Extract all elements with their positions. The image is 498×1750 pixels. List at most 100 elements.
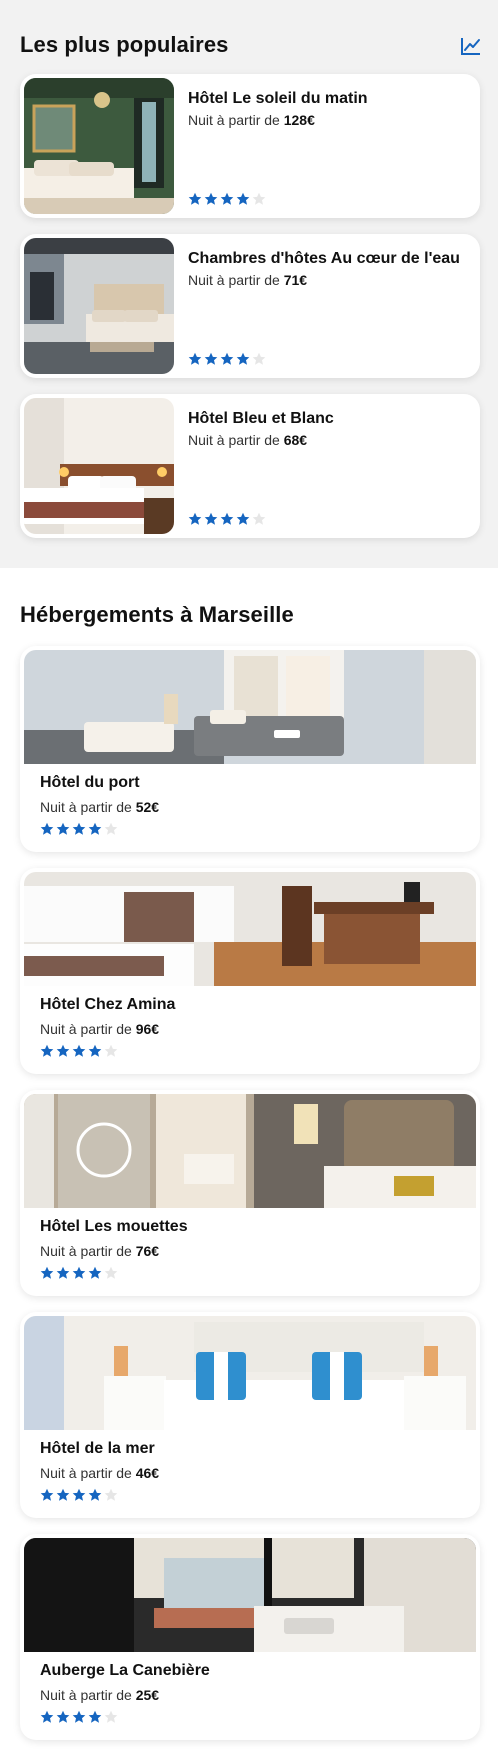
hotel-name: Hôtel Le soleil du matin <box>188 90 368 107</box>
star-filled-icon <box>40 1710 54 1723</box>
star-empty-icon <box>252 192 266 205</box>
rating-stars <box>188 192 266 206</box>
popular-card[interactable]: Hôtel Le soleil du matin Nuit à partir d… <box>20 74 480 218</box>
star-filled-icon <box>88 1044 102 1057</box>
hotel-name: Hôtel Les mouettes <box>40 1218 188 1235</box>
accommodation-card[interactable]: Hôtel Les mouettes Nuit à partir de 76€ <box>20 1090 480 1296</box>
accommodation-card[interactable]: Hôtel Chez Amina Nuit à partir de 96€ <box>20 868 480 1074</box>
rating-stars <box>40 1710 118 1724</box>
star-filled-icon <box>72 822 86 835</box>
hotel-photo <box>24 1094 476 1208</box>
hotel-price: Nuit à partir de 52€ <box>40 799 159 815</box>
hotel-price: Nuit à partir de 25€ <box>40 1687 159 1703</box>
price-value: 71€ <box>283 272 308 288</box>
star-empty-icon <box>104 1044 118 1057</box>
rating-stars <box>188 352 266 366</box>
star-filled-icon <box>40 1488 54 1501</box>
star-empty-icon <box>104 822 118 835</box>
hotel-name: Hôtel du port <box>40 774 140 791</box>
price-value: 96€ <box>135 1021 160 1037</box>
star-filled-icon <box>88 1488 102 1501</box>
star-filled-icon <box>56 1488 70 1501</box>
star-filled-icon <box>204 512 218 525</box>
hotel-price: Nuit à partir de 128€ <box>188 112 315 128</box>
hotel-name: Hôtel Bleu et Blanc <box>188 410 334 427</box>
hotel-name: Chambres d'hôtes Au cœur de l'eau <box>188 250 460 267</box>
chart-line-icon[interactable] <box>460 36 482 56</box>
star-filled-icon <box>88 1266 102 1279</box>
popular-card[interactable]: Chambres d'hôtes Au cœur de l'eau Nuit à… <box>20 234 480 378</box>
popular-section: Les plus populaires Hôtel Le soleil du m… <box>0 0 498 568</box>
rating-stars <box>40 1266 118 1280</box>
star-filled-icon <box>236 512 250 525</box>
hotel-name: Hôtel Chez Amina <box>40 996 176 1013</box>
price-prefix: Nuit à partir de <box>188 272 280 288</box>
star-filled-icon <box>188 512 202 525</box>
hotel-price: Nuit à partir de 71€ <box>188 272 307 288</box>
accommodation-card[interactable]: Auberge La Canebière Nuit à partir de 25… <box>20 1534 480 1740</box>
star-filled-icon <box>188 192 202 205</box>
hotel-photo <box>24 78 174 214</box>
price-value: 76€ <box>135 1243 160 1259</box>
star-empty-icon <box>252 352 266 365</box>
star-filled-icon <box>56 1044 70 1057</box>
star-filled-icon <box>72 1044 86 1057</box>
star-filled-icon <box>40 1266 54 1279</box>
star-filled-icon <box>236 192 250 205</box>
price-prefix: Nuit à partir de <box>188 112 280 128</box>
price-value: 25€ <box>135 1687 160 1703</box>
rating-stars <box>40 822 118 836</box>
price-prefix: Nuit à partir de <box>40 1021 132 1037</box>
hotel-photo <box>24 1316 476 1430</box>
hotel-price: Nuit à partir de 68€ <box>188 432 307 448</box>
hotel-photo <box>24 872 476 986</box>
star-filled-icon <box>72 1710 86 1723</box>
price-prefix: Nuit à partir de <box>40 1465 132 1481</box>
hotel-price: Nuit à partir de 76€ <box>40 1243 159 1259</box>
star-empty-icon <box>104 1710 118 1723</box>
star-filled-icon <box>56 1710 70 1723</box>
price-value: 46€ <box>135 1465 160 1481</box>
rating-stars <box>40 1044 118 1058</box>
star-filled-icon <box>56 822 70 835</box>
accommodation-card[interactable]: Hôtel de la mer Nuit à partir de 46€ <box>20 1312 480 1518</box>
star-filled-icon <box>188 352 202 365</box>
star-filled-icon <box>204 192 218 205</box>
rating-stars <box>40 1488 118 1502</box>
popular-section-title: Les plus populaires <box>20 32 229 57</box>
price-value: 128€ <box>283 112 315 128</box>
hotel-photo <box>24 398 174 534</box>
star-filled-icon <box>220 352 234 365</box>
hotel-price: Nuit à partir de 46€ <box>40 1465 159 1481</box>
star-empty-icon <box>252 512 266 525</box>
star-filled-icon <box>204 352 218 365</box>
price-prefix: Nuit à partir de <box>40 799 132 815</box>
rating-stars <box>188 512 266 526</box>
star-filled-icon <box>220 192 234 205</box>
star-filled-icon <box>40 1044 54 1057</box>
star-filled-icon <box>88 1710 102 1723</box>
star-empty-icon <box>104 1266 118 1279</box>
star-filled-icon <box>72 1266 86 1279</box>
star-filled-icon <box>56 1266 70 1279</box>
popular-card[interactable]: Hôtel Bleu et Blanc Nuit à partir de 68€ <box>20 394 480 538</box>
accommodation-card[interactable]: Hôtel du port Nuit à partir de 52€ <box>20 646 480 852</box>
price-prefix: Nuit à partir de <box>40 1243 132 1259</box>
hotel-photo <box>24 238 174 374</box>
price-value: 52€ <box>135 799 160 815</box>
hotel-price: Nuit à partir de 96€ <box>40 1021 159 1037</box>
hotel-name: Hôtel de la mer <box>40 1440 155 1457</box>
hotel-photo <box>24 650 476 764</box>
star-filled-icon <box>88 822 102 835</box>
accommodations-section-title: Hébergements à Marseille <box>20 602 294 627</box>
star-filled-icon <box>72 1488 86 1501</box>
star-filled-icon <box>236 352 250 365</box>
price-prefix: Nuit à partir de <box>188 432 280 448</box>
hotel-photo <box>24 1538 476 1652</box>
price-prefix: Nuit à partir de <box>40 1687 132 1703</box>
star-filled-icon <box>220 512 234 525</box>
hotel-name: Auberge La Canebière <box>40 1662 210 1679</box>
star-filled-icon <box>40 822 54 835</box>
price-value: 68€ <box>283 432 308 448</box>
star-empty-icon <box>104 1488 118 1501</box>
